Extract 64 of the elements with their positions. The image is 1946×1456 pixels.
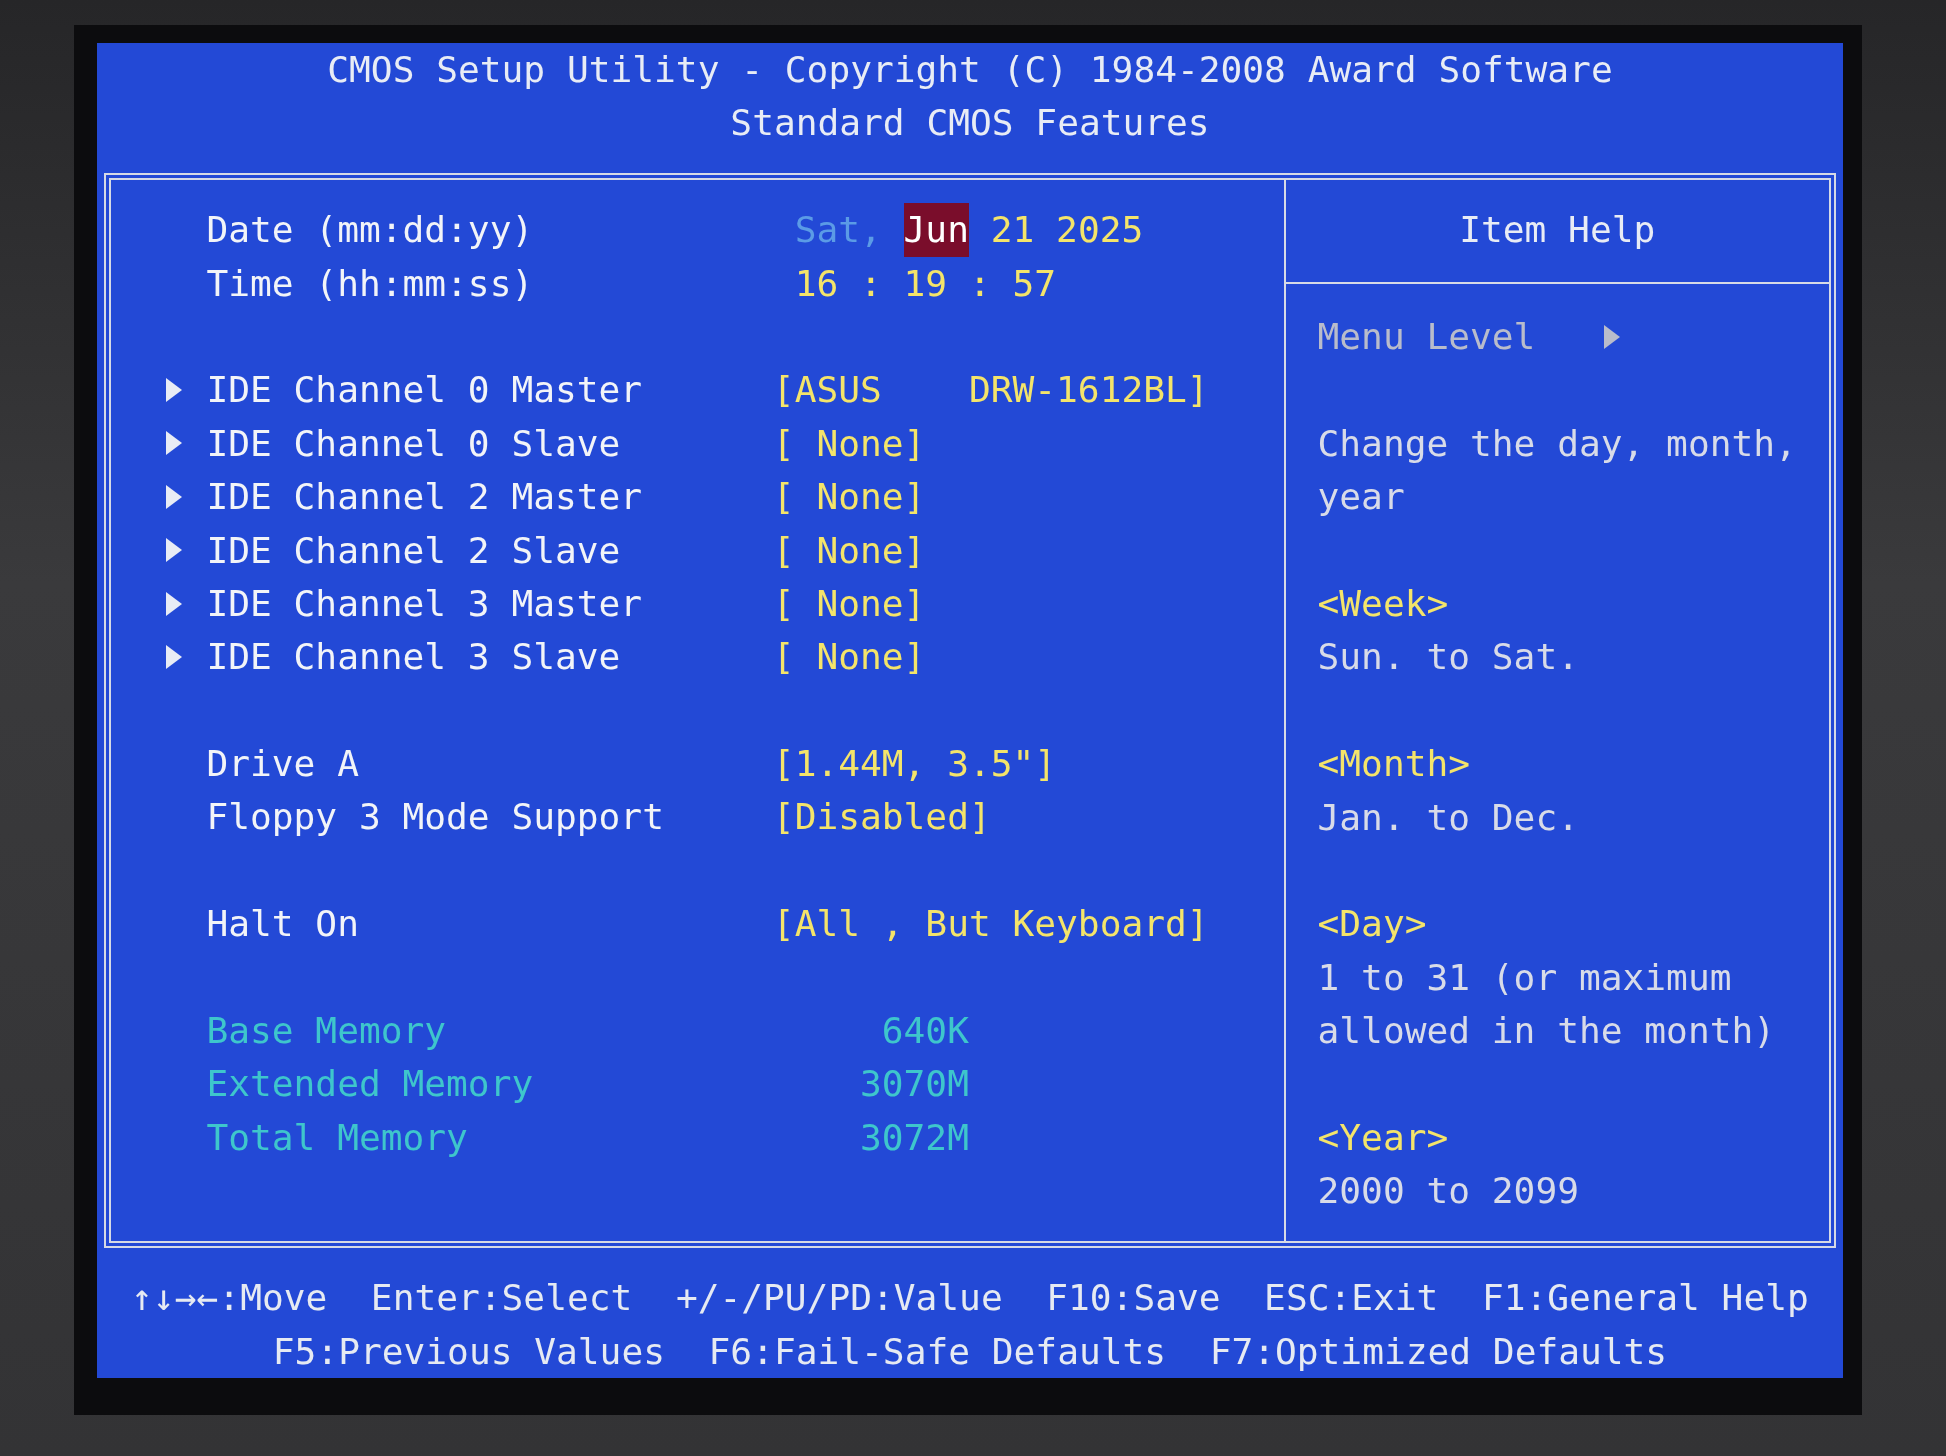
setting-value[interactable]: [ None] (772, 416, 926, 471)
setting-label[interactable]: Floppy 3 Mode Support (206, 790, 664, 844)
right-arrow-icon (165, 378, 182, 403)
setting-label[interactable]: Drive A (206, 737, 359, 791)
key-hint: F7:Optimized Defaults (1209, 1328, 1668, 1375)
date-field[interactable]: Jun (903, 203, 969, 257)
help-title: Item Help (1459, 208, 1656, 252)
key-hint: F5:Previous Values (272, 1328, 665, 1375)
setting-label[interactable]: Time (hh:mm:ss) (206, 256, 534, 310)
setting-label[interactable]: IDE Channel 2 Master (206, 470, 643, 524)
help-heading: <Week> (1317, 580, 1449, 627)
help-heading: <Day> (1317, 901, 1427, 948)
key-hint: F6:Fail-Safe Defaults (708, 1328, 1167, 1375)
setting-value[interactable]: [ASUS DRW-1612BL] (772, 363, 1209, 417)
time-field[interactable]: 19 (903, 256, 948, 310)
header-title: CMOS Setup Utility - Copyright (C) 1984-2008 Award Software (327, 48, 1613, 91)
help-text: Sun. to Sat. (1317, 634, 1579, 681)
right-arrow-icon (1603, 324, 1620, 349)
memory-value: 640K (881, 1009, 969, 1053)
key-hint: +/-/PU/PD:Value (675, 1275, 1003, 1322)
setting-value[interactable]: [Disabled] (772, 790, 991, 844)
right-arrow-icon (165, 591, 182, 616)
memory-value: 3072M (860, 1115, 969, 1159)
setting-value[interactable]: [ None] (772, 470, 926, 524)
help-text: 2000 to 2099 (1317, 1168, 1579, 1215)
setting-value[interactable]: [All , But Keyboard] (772, 897, 1209, 951)
setting-value[interactable]: [ None] (772, 523, 926, 577)
memory-label: Total Memory (206, 1114, 468, 1161)
date-field[interactable]: 21 (990, 203, 1035, 257)
help-heading: <Year> (1317, 1114, 1449, 1161)
help-text: 1 to 31 (or maximum allowed in the month) (1317, 954, 1777, 1055)
help-text: Jan. to Dec. (1317, 794, 1579, 841)
setting-label[interactable]: IDE Channel 0 Master (206, 363, 643, 417)
setting-value[interactable]: [ None] (772, 630, 926, 684)
help-heading: <Month> (1317, 741, 1471, 788)
key-hint: ESC:Exit (1264, 1275, 1439, 1322)
memory-label: Extended Memory (206, 1061, 534, 1108)
right-arrow-icon (165, 645, 182, 669)
setting-label[interactable]: IDE Channel 2 Slave (206, 523, 621, 577)
setting-label[interactable]: IDE Channel 3 Slave (206, 630, 621, 684)
right-arrow-icon (165, 431, 182, 456)
setting-value[interactable]: [1.44M, 3.5"] (772, 737, 1057, 791)
page-title: Standard CMOS Features (730, 101, 1210, 145)
memory-value: 3070M (860, 1062, 969, 1106)
right-arrow-icon (165, 538, 182, 563)
date-field[interactable]: 2025 (1056, 203, 1144, 257)
time-separator: : (968, 260, 991, 307)
setting-value[interactable]: [ None] (772, 576, 926, 631)
time-separator: : (860, 260, 882, 307)
key-hint: F10:Save (1046, 1275, 1221, 1322)
setting-label[interactable]: Halt On (206, 897, 359, 951)
setting-label[interactable]: Date (mm:dd:yy) (206, 203, 534, 257)
setting-label[interactable]: IDE Channel 0 Slave (206, 416, 621, 471)
key-hint: F1:General Help (1481, 1275, 1809, 1322)
menu-level-label: Menu Level (1317, 313, 1536, 360)
time-field[interactable]: 16 (794, 256, 839, 310)
key-hint: ↑↓→←:Move (131, 1275, 328, 1322)
setting-label[interactable]: IDE Channel 3 Master (206, 576, 643, 631)
weekday-text: Sat, (794, 207, 882, 254)
right-arrow-icon (165, 484, 182, 509)
memory-label: Base Memory (206, 1008, 447, 1055)
time-field[interactable]: 57 (1012, 256, 1057, 310)
help-description: Change the day, month, year (1317, 420, 1798, 521)
key-hint: Enter:Select (370, 1275, 633, 1322)
